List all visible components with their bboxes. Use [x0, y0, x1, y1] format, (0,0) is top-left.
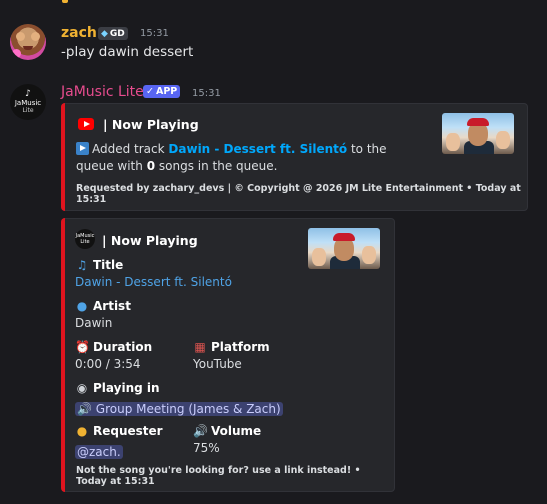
track-info-embed: JaMusic Lite | Now Playing ♫ Title Dawin -… [61, 218, 395, 492]
embed-title: | Now Playing [103, 117, 199, 132]
message-timestamp: 15:31 [192, 88, 221, 99]
top-accent [0, 0, 547, 4]
guild-tag[interactable]: ◆ GD [98, 27, 128, 40]
field-volume: 🔊 Volume 75% [193, 424, 262, 455]
field-platform: ▦ Platform YouTube [193, 340, 270, 371]
now-playing-embed: | Now Playing Added track Dawin - Desser… [61, 103, 528, 211]
speaker-icon: 🔊 [77, 402, 92, 416]
gem-icon: ◆ [101, 28, 108, 39]
embed-footer: Not the song you're looking for? use a l… [76, 465, 361, 487]
queue-count: 0 [146, 159, 156, 173]
field-artist: ● Artist Dawin [75, 299, 131, 330]
field-requester: ● Requester @zach. [75, 424, 163, 459]
embed-footer: Requested by zachary_devs | © Copyright … [76, 183, 521, 205]
track-title-link[interactable]: Dawin - Dessert ft. Silentó [75, 275, 232, 289]
track-thumbnail[interactable] [442, 113, 514, 154]
alarm-clock-icon: ⏰ [75, 340, 90, 354]
field-playing-in: ◉ Playing in 🔊 Group Meeting (James & Zac… [75, 381, 283, 416]
message-text: -play dawin dessert [61, 44, 194, 60]
field-title: ♫ Title Dawin - Dessert ft. Silentó [75, 258, 232, 289]
track-link[interactable]: Dawin - Dessert ft. Silentó [168, 142, 347, 156]
person-icon: ● [76, 299, 88, 313]
jamusic-logo-icon: JaMusic Lite [75, 229, 95, 249]
embed-accent-bar [61, 218, 65, 492]
user-avatar[interactable] [10, 24, 46, 60]
voice-channel-mention[interactable]: 🔊 Group Meeting (James & Zach) [75, 402, 283, 416]
user-mention[interactable]: @zach. [75, 445, 123, 459]
embed-accent-bar [61, 103, 65, 211]
volume-icon: 🔊 [193, 424, 208, 438]
message-timestamp: 15:31 [140, 28, 169, 39]
bot-avatar[interactable]: ♪ JaMusic Lite [10, 84, 46, 120]
music-note-icon: ♪ [25, 89, 31, 99]
play-icon [76, 142, 89, 155]
bot-username[interactable]: JaMusic Lite [61, 84, 144, 100]
app-badge: ✓ APP [143, 85, 181, 98]
youtube-icon [78, 118, 94, 130]
embed-description: Added track Dawin - Dessert ft. Silentó … [76, 142, 387, 173]
field-duration: ⏰ Duration 0:00 / 3:54 [75, 340, 153, 371]
disc-icon: ◉ [76, 381, 88, 395]
books-icon: ▦ [194, 340, 206, 354]
music-notes-icon: ♫ [76, 258, 88, 272]
username[interactable]: zach. [61, 25, 102, 41]
embed-title: | Now Playing [102, 233, 198, 248]
ear-icon: ● [76, 424, 88, 438]
check-icon: ✓ [146, 86, 154, 97]
track-thumbnail[interactable] [308, 228, 380, 269]
